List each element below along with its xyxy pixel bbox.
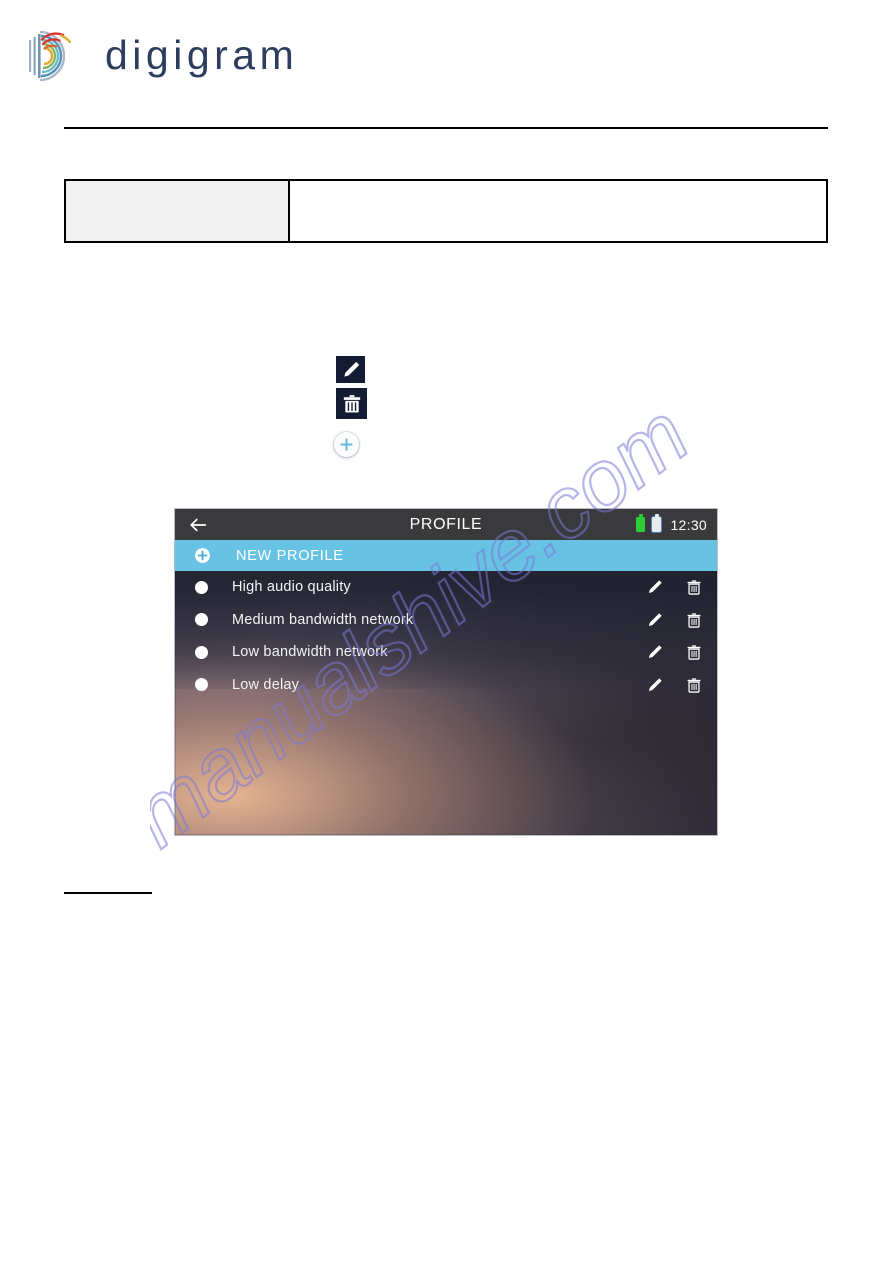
device-screenshot: PROFILE 12:30 NEW PROFILE High audio qua… [175, 509, 717, 835]
pencil-icon [343, 361, 359, 377]
profile-name: Low bandwidth network [232, 644, 388, 661]
plus-circle-icon [195, 548, 210, 563]
profile-name: Low delay [232, 676, 300, 693]
table-cell-label [66, 181, 290, 241]
radio-icon[interactable] [195, 613, 208, 627]
status-indicators: 12:30 [636, 517, 707, 533]
header-divider [64, 127, 828, 129]
row-actions [646, 578, 703, 596]
pencil-icon[interactable] [646, 643, 664, 661]
clock: 12:30 [670, 516, 707, 533]
trash-icon[interactable] [685, 578, 703, 596]
pencil-icon[interactable] [646, 611, 664, 629]
list-item[interactable]: High audio quality [175, 571, 717, 604]
row-actions [646, 676, 703, 694]
status-bar: PROFILE 12:30 [175, 509, 717, 540]
profile-name: Medium bandwidth network [232, 611, 414, 628]
pencil-icon[interactable] [646, 578, 664, 596]
digigram-arcs-logo-icon [29, 30, 72, 82]
new-profile-label: NEW PROFILE [236, 547, 344, 564]
trash-icon[interactable] [685, 643, 703, 661]
delete-icon [336, 388, 367, 419]
radio-icon[interactable] [195, 580, 208, 594]
table-cell-value [290, 181, 826, 241]
row-actions [646, 611, 703, 629]
pencil-icon[interactable] [646, 676, 664, 694]
brand-logo: digigram [25, 24, 298, 86]
edit-icon [336, 356, 365, 383]
brand-wordmark: digigram [105, 31, 299, 78]
row-actions [646, 643, 703, 661]
profile-name: High audio quality [232, 579, 351, 596]
radio-icon[interactable] [195, 645, 208, 659]
list-item[interactable]: Medium bandwidth network [175, 604, 717, 637]
profile-list: High audio quality Medium bandwidth netw… [175, 571, 717, 701]
battery-full-icon [636, 517, 646, 532]
add-icon[interactable] [334, 432, 359, 457]
footnote-divider [64, 892, 152, 894]
battery-icon [652, 517, 662, 532]
new-profile-button[interactable]: NEW PROFILE [175, 540, 717, 571]
list-item[interactable]: Low delay [175, 669, 717, 702]
trash-icon[interactable] [685, 676, 703, 694]
plus-circle-icon [340, 438, 353, 451]
trash-icon[interactable] [685, 611, 703, 629]
list-item[interactable]: Low bandwidth network [175, 636, 717, 669]
trash-can-icon [343, 394, 360, 412]
radio-icon[interactable] [195, 678, 208, 692]
arrow-left-icon[interactable] [187, 514, 209, 536]
info-table [64, 179, 828, 243]
